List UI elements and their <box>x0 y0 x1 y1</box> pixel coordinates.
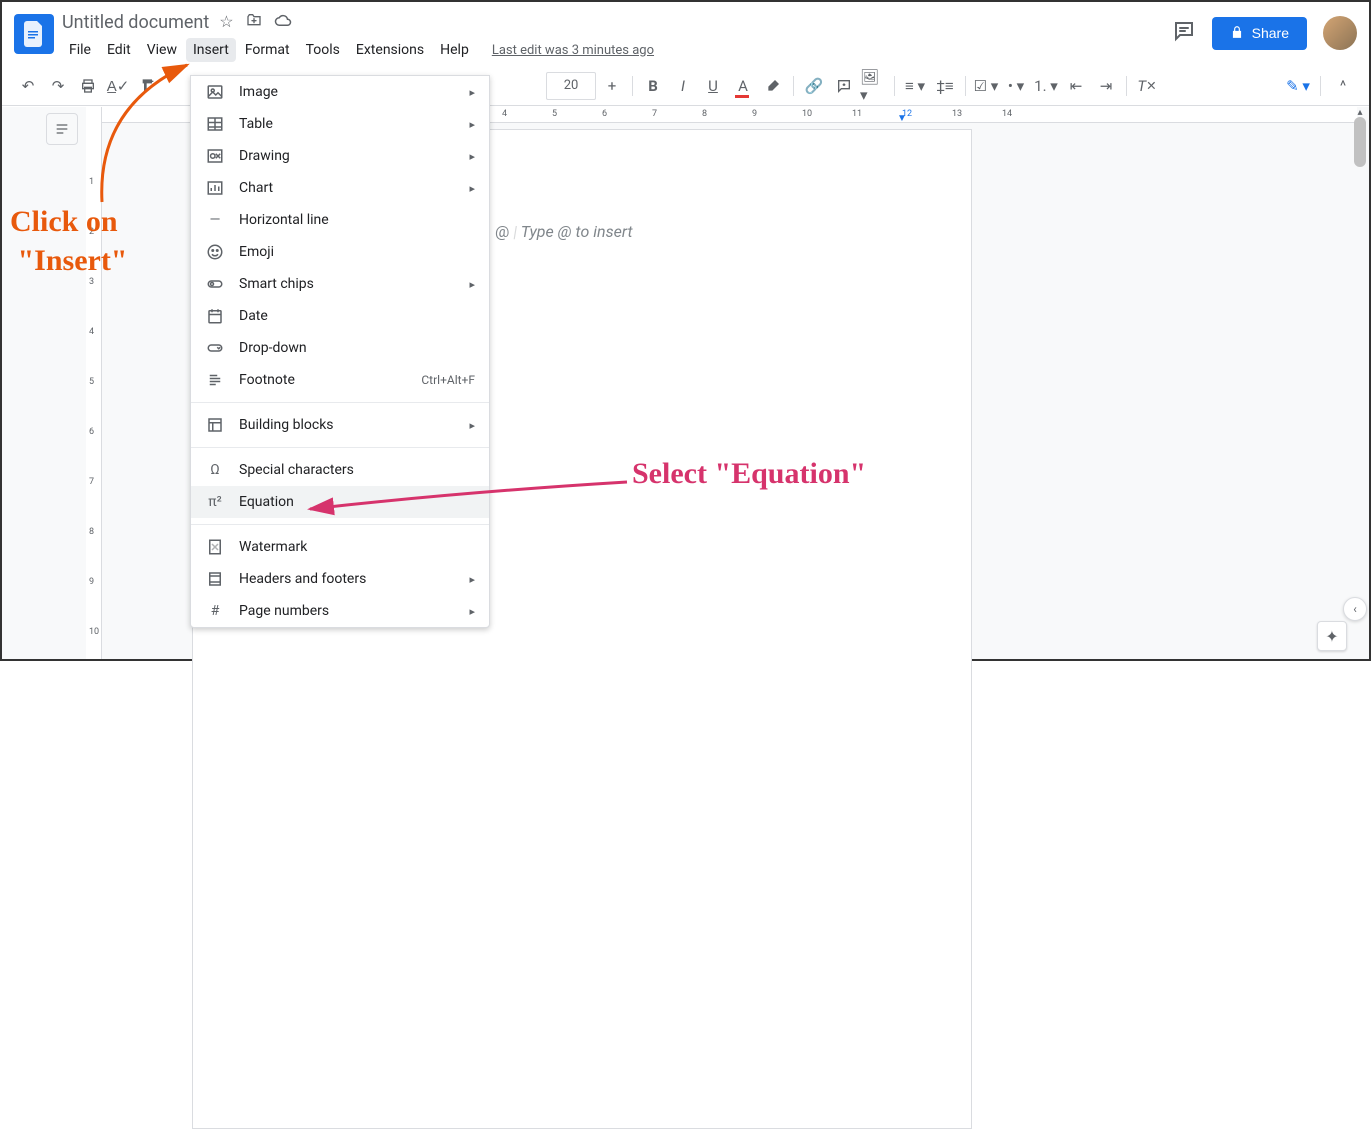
menu-insert[interactable]: Insert <box>186 38 236 62</box>
font-size-plus[interactable]: + <box>598 72 626 100</box>
dd-equation[interactable]: π²Equation <box>191 486 489 518</box>
menu-tools[interactable]: Tools <box>299 38 347 62</box>
docs-logo-icon[interactable] <box>14 14 54 54</box>
pagenum-icon: # <box>205 603 225 619</box>
scroll-thumb[interactable] <box>1354 117 1366 167</box>
dd-dropdown[interactable]: Drop-down <box>191 332 489 364</box>
last-edit-link[interactable]: Last edit was 3 minutes ago <box>492 43 654 58</box>
footnote-icon <box>205 371 225 389</box>
watermark-icon <box>205 538 225 556</box>
outdent-button[interactable]: ⇤ <box>1062 72 1090 100</box>
bold-button[interactable]: B <box>639 72 667 100</box>
avatar[interactable] <box>1323 16 1357 50</box>
dd-table[interactable]: Table▸ <box>191 108 489 140</box>
vertical-ruler[interactable]: 1 2 3 4 5 6 7 8 9 10 <box>86 107 102 659</box>
page-placeholder: @ | Type @ to insert <box>495 222 633 241</box>
number-list-button[interactable]: 1. ▾ <box>1032 72 1060 100</box>
blocks-icon <box>205 416 225 434</box>
star-icon[interactable]: ☆ <box>219 12 233 32</box>
text-color-button[interactable]: A <box>729 72 757 100</box>
underline-button[interactable]: U <box>699 72 727 100</box>
side-panel-toggle[interactable]: ‹ <box>1343 597 1367 621</box>
move-icon[interactable] <box>246 12 262 32</box>
print-button[interactable] <box>74 72 102 100</box>
dd-buildingblocks[interactable]: Building blocks▸ <box>191 409 489 441</box>
font-size-input[interactable]: 20 <box>546 72 596 100</box>
title-area: Untitled document ☆ File Edit View Inser… <box>62 10 1172 62</box>
image-icon <box>205 83 225 101</box>
menu-extensions[interactable]: Extensions <box>349 38 431 62</box>
italic-button[interactable]: I <box>669 72 697 100</box>
dd-emoji[interactable]: Emoji <box>191 236 489 268</box>
dd-watermark[interactable]: Watermark <box>191 531 489 563</box>
explore-button[interactable]: ✦ <box>1317 621 1347 651</box>
redo-button[interactable]: ↷ <box>44 72 72 100</box>
table-icon <box>205 115 225 133</box>
omega-icon: Ω <box>205 462 225 478</box>
menu-file[interactable]: File <box>62 38 98 62</box>
dd-footnote[interactable]: FootnoteCtrl+Alt+F <box>191 364 489 396</box>
link-button[interactable]: 🔗 <box>800 72 828 100</box>
document-title[interactable]: Untitled document <box>62 12 209 33</box>
dd-smartchips[interactable]: Smart chips▸ <box>191 268 489 300</box>
line-spacing-button[interactable]: ‡≡ <box>931 72 959 100</box>
dd-specialchars[interactable]: ΩSpecial characters <box>191 454 489 486</box>
menu-help[interactable]: Help <box>433 38 476 62</box>
menubar: File Edit View Insert Format Tools Exten… <box>62 38 1172 62</box>
hline-icon: — <box>205 212 225 228</box>
align-button[interactable]: ≡ ▾ <box>901 72 929 100</box>
collapse-button[interactable]: ^ <box>1329 72 1357 100</box>
image-button[interactable]: 🖼 ▾ <box>860 72 888 100</box>
lock-icon <box>1230 25 1244 42</box>
cloud-icon[interactable] <box>274 12 292 32</box>
spellcheck-button[interactable]: A̲✓ <box>104 72 132 100</box>
clear-format-button[interactable]: T✕ <box>1133 72 1161 100</box>
dd-headers[interactable]: Headers and footers▸ <box>191 563 489 595</box>
equation-icon: π² <box>205 494 225 510</box>
drawing-icon <box>205 147 225 165</box>
dd-date[interactable]: Date <box>191 300 489 332</box>
chart-icon <box>205 179 225 197</box>
outline-icon[interactable] <box>46 113 78 145</box>
editing-mode-button[interactable]: ✎ ▾ <box>1284 72 1312 100</box>
menu-edit[interactable]: Edit <box>100 38 138 62</box>
indent-button[interactable]: ⇥ <box>1092 72 1120 100</box>
headers-icon <box>205 570 225 588</box>
date-icon <box>205 307 225 325</box>
menu-view[interactable]: View <box>140 38 184 62</box>
dd-image[interactable]: Image▸ <box>191 76 489 108</box>
share-button[interactable]: Share <box>1212 17 1307 50</box>
emoji-icon <box>205 243 225 261</box>
dd-hline[interactable]: —Horizontal line <box>191 204 489 236</box>
dd-pagenumbers[interactable]: #Page numbers▸ <box>191 595 489 627</box>
menu-format[interactable]: Format <box>238 38 297 62</box>
checklist-button[interactable]: ☑ ▾ <box>972 72 1000 100</box>
comments-icon[interactable] <box>1172 19 1196 47</box>
undo-button[interactable]: ↶ <box>14 72 42 100</box>
dd-chart[interactable]: Chart▸ <box>191 172 489 204</box>
paint-button[interactable] <box>134 72 162 100</box>
comment-button[interactable] <box>830 72 858 100</box>
highlight-button[interactable] <box>759 72 787 100</box>
dropdown-icon <box>205 339 225 357</box>
chips-icon <box>205 275 225 293</box>
share-label: Share <box>1252 25 1289 41</box>
dd-drawing[interactable]: Drawing▸ <box>191 140 489 172</box>
header: Untitled document ☆ File Edit View Inser… <box>2 2 1369 66</box>
bullet-list-button[interactable]: • ▾ <box>1002 72 1030 100</box>
scrollbar[interactable]: ▴ <box>1353 107 1367 659</box>
insert-dropdown: Image▸ Table▸ Drawing▸ Chart▸ —Horizonta… <box>190 75 490 628</box>
